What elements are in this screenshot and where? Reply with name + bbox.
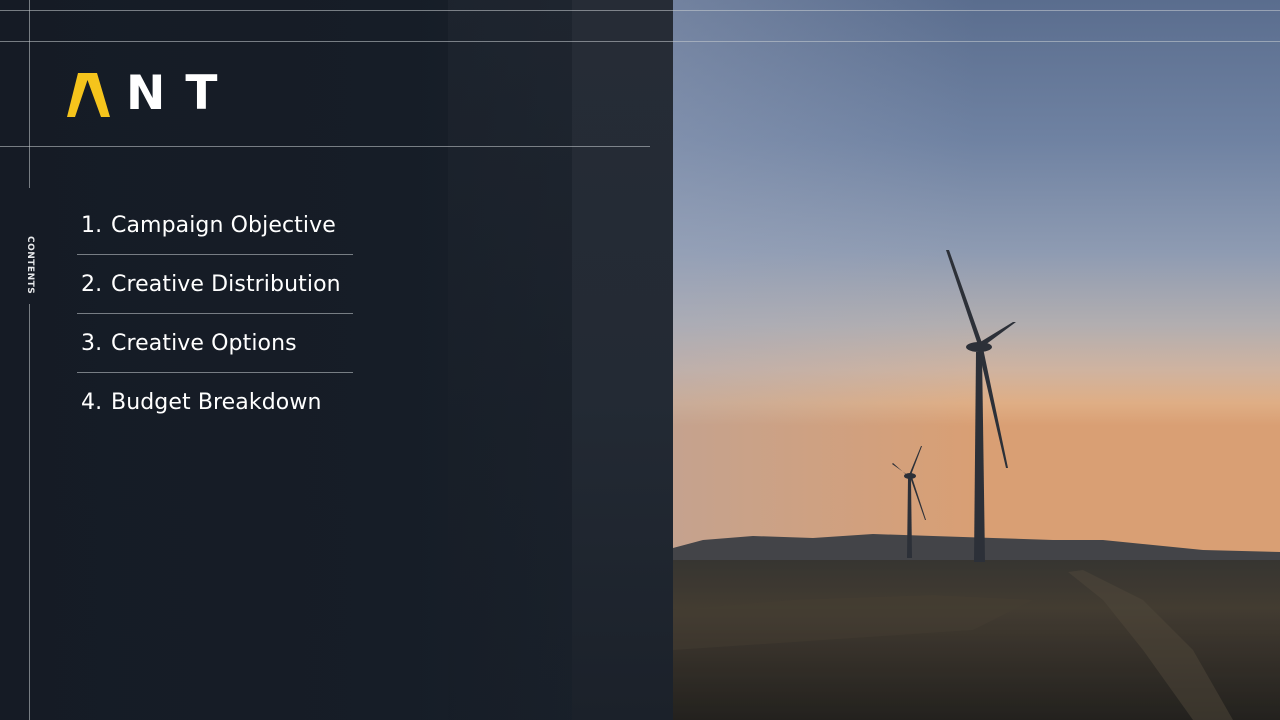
slide: NT CONTENTS 1. Campaign Objective 2. Cre… [0,0,1280,720]
wind-turbine-photo [673,0,1280,720]
contents-item[interactable]: 2. Creative Distribution [77,255,353,314]
contents-item-number: 2. [81,271,103,297]
contents-item-label: Campaign Objective [111,212,336,238]
contents-item-number: 4. [81,390,103,415]
logo-rule [0,146,650,147]
contents-item-label: Budget Breakdown [111,390,322,415]
header-rule [0,41,1280,42]
contents-item[interactable]: 3. Creative Options [77,314,353,373]
left-vertical-rule [29,0,30,720]
contents-item-label: Creative Options [111,330,297,356]
logo-chevron-icon [67,73,110,117]
contents-item-number: 1. [81,212,103,238]
panel-shade [448,0,572,720]
contents-item-label: Creative Distribution [111,271,341,297]
contents-list: 1. Campaign Objective 2. Creative Distri… [77,196,353,432]
contents-item[interactable]: 4. Budget Breakdown [77,373,353,432]
contents-item-number: 3. [81,330,103,356]
top-rule [0,10,1280,11]
logo-text: NT [126,66,238,121]
section-label: CONTENTS [25,236,35,295]
contents-item[interactable]: 1. Campaign Objective [77,196,353,255]
panel-shade [572,0,673,720]
